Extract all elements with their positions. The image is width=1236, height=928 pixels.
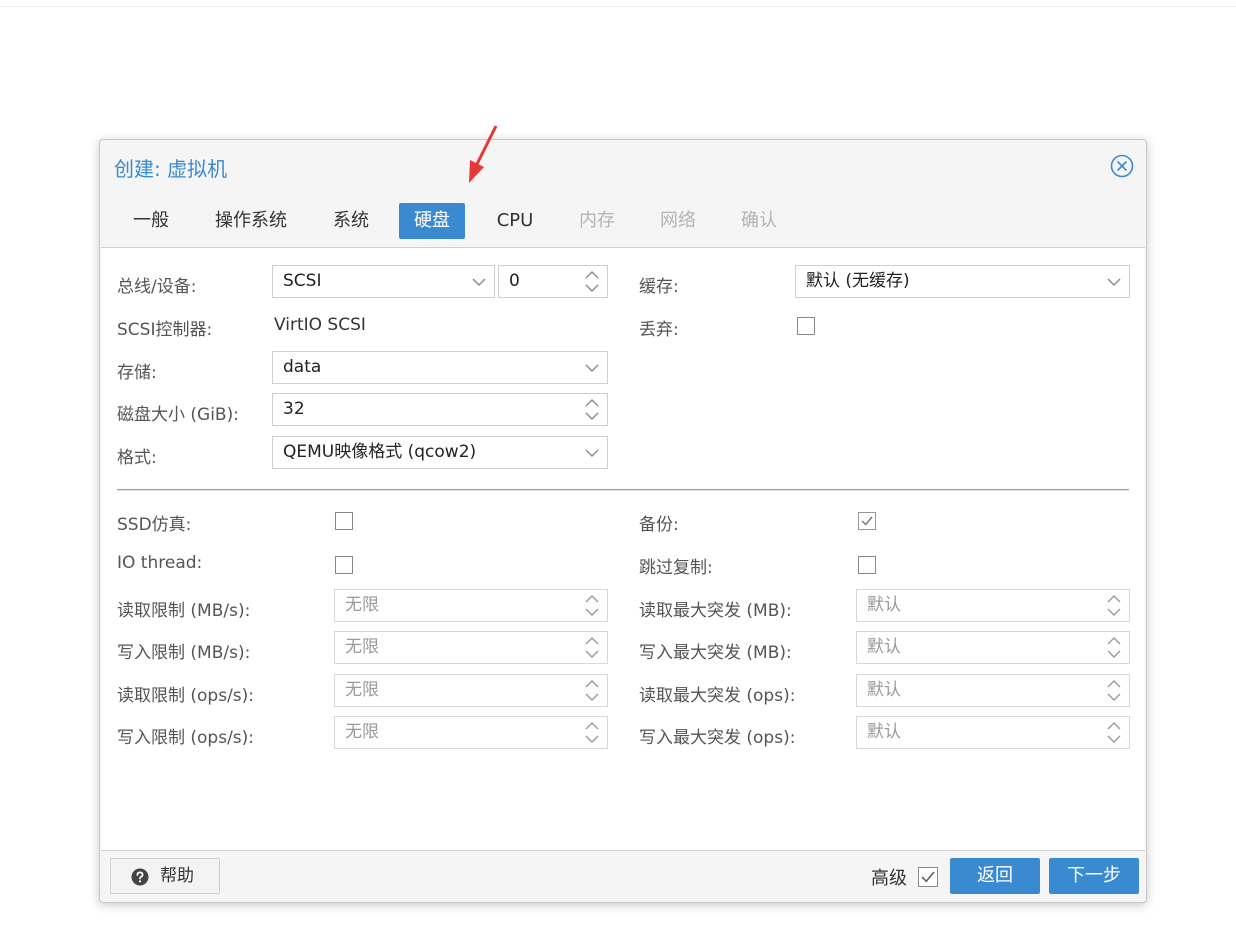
dialog-title: 创建: 虚拟机 [114,157,228,181]
next-button[interactable]: 下一步 [1049,858,1139,894]
cache-select[interactable]: 默认 (无缓存) [795,265,1130,298]
storage-label: 存储: [117,363,157,383]
chevron-down-icon [585,449,599,457]
spinner-icon[interactable] [577,590,607,621]
storage-select[interactable]: data [272,351,608,384]
ssd-emulation-checkbox[interactable] [335,512,353,530]
help-button[interactable]: 帮助 [110,858,220,894]
spinner-icon[interactable] [577,394,607,425]
spinner-icon[interactable] [577,632,607,663]
back-button[interactable]: 返回 [950,858,1040,894]
write-limit-mb-spinner[interactable]: 无限 [334,631,608,664]
backup-label: 备份: [639,515,679,535]
advanced-checkbox[interactable] [918,867,938,887]
tab-os[interactable]: 操作系统 [202,203,300,239]
spinner-icon[interactable] [577,717,607,748]
read-burst-mb-spinner[interactable]: 默认 [856,589,1130,622]
read-burst-mb-label: 读取最大突发 (MB): [639,601,792,621]
help-label: 帮助 [160,866,194,886]
chevron-down-icon [472,278,486,286]
dialog-footer: 帮助 高级 返回 下一步 [100,850,1146,902]
backup-checkbox[interactable] [858,512,876,530]
read-limit-ops-label: 读取限制 (ops/s): [117,686,255,706]
tab-system[interactable]: 系统 [320,203,382,239]
spinner-icon[interactable] [577,675,607,706]
tab-general[interactable]: 一般 [120,203,182,239]
format-label: 格式: [117,448,157,468]
device-number-spinner[interactable]: 0 [498,265,608,298]
bus-device-label: 总线/设备: [117,277,197,297]
spinner-icon[interactable] [1099,675,1129,706]
advanced-label: 高级 [871,868,907,889]
tab-cpu[interactable]: CPU [483,203,547,239]
write-burst-mb-spinner[interactable]: 默认 [856,631,1130,664]
skip-replication-label: 跳过复制: [639,558,713,578]
write-limit-ops-spinner[interactable]: 无限 [334,716,608,749]
tab-network: 网络 [660,210,696,231]
create-vm-dialog: 创建: 虚拟机 一般 操作系统 系统 硬盘 CPU 内存 网络 确认 总线/设备… [99,139,1147,903]
cache-label: 缓存: [639,277,679,297]
ssd-emulation-label: SSD仿真: [117,515,192,535]
scsi-controller-label: SCSI控制器: [117,320,213,340]
tab-memory: 内存 [579,210,615,231]
io-thread-checkbox[interactable] [335,556,353,574]
discard-label: 丢弃: [639,320,679,340]
skip-replication-checkbox[interactable] [858,556,876,574]
close-icon[interactable] [1110,154,1134,178]
spinner-icon[interactable] [1099,632,1129,663]
disk-form-panel: 总线/设备: SCSI 0 SCSI控制器: VirtIO SCSI 存储: d… [101,247,1145,851]
read-burst-ops-spinner[interactable]: 默认 [856,674,1130,707]
disk-size-label: 磁盘大小 (GiB): [117,405,239,425]
read-limit-mb-label: 读取限制 (MB/s): [117,601,251,621]
io-thread-label: IO thread: [117,553,203,573]
question-circle-icon [131,868,149,886]
spinner-icon[interactable] [1099,590,1129,621]
section-divider [117,489,1129,491]
read-limit-mb-spinner[interactable]: 无限 [334,589,608,622]
disk-size-spinner[interactable]: 32 [272,393,608,426]
tab-confirm: 确认 [741,210,777,231]
write-limit-mb-label: 写入限制 (MB/s): [117,643,251,663]
chevron-down-icon [1107,278,1121,286]
bus-select[interactable]: SCSI [272,265,495,298]
write-burst-ops-label: 写入最大突发 (ops): [639,728,796,748]
discard-checkbox[interactable] [797,317,815,335]
write-burst-ops-spinner[interactable]: 默认 [856,716,1130,749]
write-limit-ops-label: 写入限制 (ops/s): [117,728,255,748]
spinner-icon[interactable] [1099,717,1129,748]
tab-hard-disk[interactable]: 硬盘 [399,203,465,239]
format-select[interactable]: QEMU映像格式 (qcow2) [272,436,608,469]
read-burst-ops-label: 读取最大突发 (ops): [639,686,796,706]
page-top-border [0,6,1236,7]
scsi-controller-value: VirtIO SCSI [274,315,366,335]
chevron-down-icon [585,364,599,372]
write-burst-mb-label: 写入最大突发 (MB): [639,643,792,663]
spinner-icon[interactable] [577,266,607,297]
read-limit-ops-spinner[interactable]: 无限 [334,674,608,707]
